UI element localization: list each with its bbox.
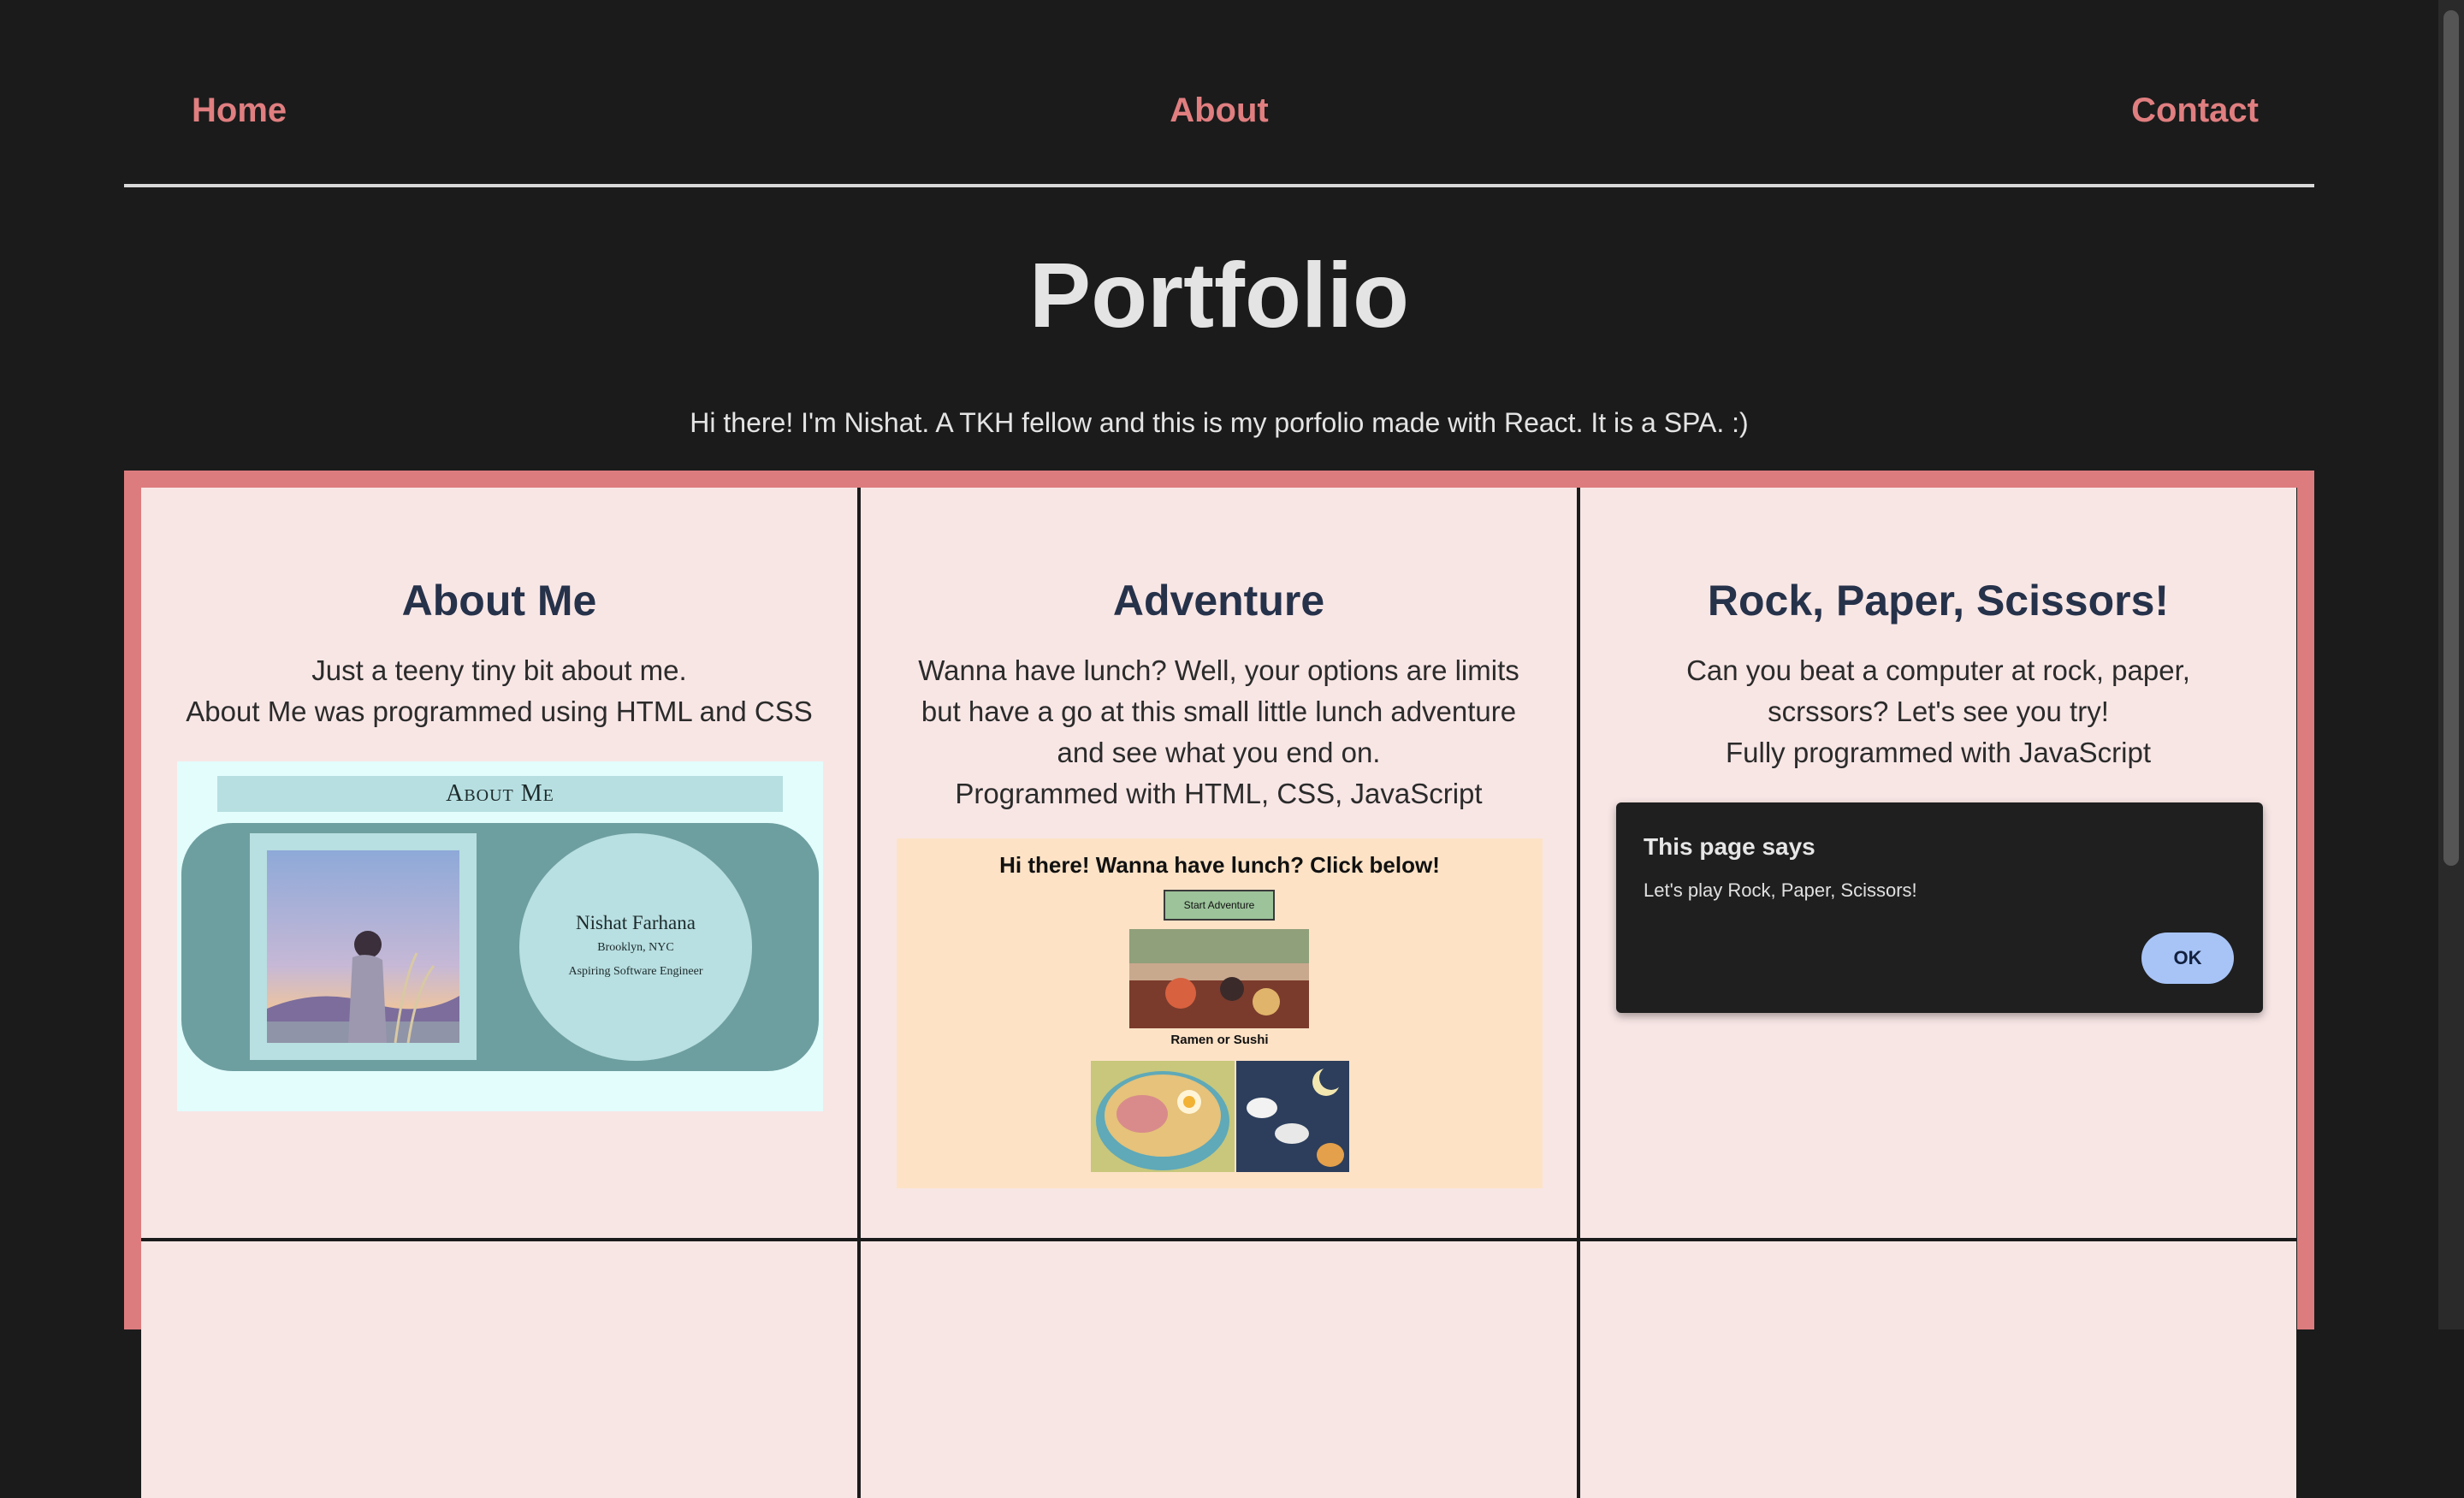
nav-contact-link[interactable]: Contact bbox=[2131, 88, 2259, 133]
about-me-preview-image[interactable]: About Me Nishat Farhana Brooklyn, NYC As… bbox=[177, 761, 823, 1111]
page-scrollbar[interactable] bbox=[2438, 0, 2464, 1329]
preview-name: Nishat Farhana bbox=[576, 912, 696, 933]
dialog-message: Let's play Rock, Paper, Scissors! bbox=[1644, 879, 1917, 901]
card-description: Just a teeny tiny bit about me. About Me… bbox=[175, 650, 823, 732]
preview-name-circle: Nishat Farhana Brooklyn, NYC Aspiring So… bbox=[519, 833, 752, 1061]
preview-heading: Hi there! Wanna have lunch? Click below! bbox=[999, 852, 1440, 878]
preview-caption: Ramen or Sushi bbox=[1170, 1033, 1269, 1047]
portfolio-grid: About Me Just a teeny tiny bit about me.… bbox=[141, 488, 2297, 1498]
card-desc-line: Wanna have lunch? Well, your options are… bbox=[918, 654, 1519, 686]
project-card-about-me[interactable]: About Me Just a teeny tiny bit about me.… bbox=[141, 488, 857, 1238]
project-card-partial[interactable] bbox=[1580, 1241, 2296, 1498]
card-desc-line: and see what you end on. bbox=[1057, 737, 1381, 768]
project-card-partial[interactable] bbox=[141, 1241, 857, 1498]
card-desc-line: but have a go at this small little lunch… bbox=[921, 696, 1517, 727]
preview-role: Aspiring Software Engineer bbox=[568, 965, 703, 978]
preview-panel: Nishat Farhana Brooklyn, NYC Aspiring So… bbox=[181, 823, 819, 1071]
card-description: Can you beat a computer at rock, paper, … bbox=[1614, 650, 2262, 773]
card-title: Adventure bbox=[1112, 577, 1325, 625]
dialog-ok-button[interactable]: OK bbox=[2141, 933, 2234, 984]
illustration-girl-sunset bbox=[267, 850, 459, 1043]
preview-photo-frame bbox=[250, 833, 477, 1060]
portfolio-grid-frame: About Me Just a teeny tiny bit about me.… bbox=[124, 471, 2314, 1498]
sushi-night-illustration bbox=[1236, 1061, 1349, 1172]
card-desc-line: Programmed with HTML, CSS, JavaScript bbox=[955, 778, 1483, 809]
project-card-rock-paper-scissors[interactable]: Rock, Paper, Scissors! Can you beat a co… bbox=[1580, 488, 2296, 1238]
adventure-preview-image[interactable]: Hi there! Wanna have lunch? Click below!… bbox=[897, 838, 1543, 1188]
food-table-illustration bbox=[1129, 929, 1309, 1028]
project-card-partial[interactable] bbox=[861, 1241, 1577, 1498]
card-desc-line: Can you beat a computer at rock, paper, bbox=[1686, 654, 2190, 686]
card-title: Rock, Paper, Scissors! bbox=[1707, 577, 2170, 625]
top-nav: Home About Contact bbox=[124, 0, 2314, 187]
card-desc-line: Fully programmed with JavaScript bbox=[1726, 737, 2151, 768]
alert-dialog-preview[interactable]: This page says Let's play Rock, Paper, S… bbox=[1616, 802, 2263, 1013]
nav-about-link[interactable]: About bbox=[124, 88, 2314, 133]
preview-banner: About Me bbox=[217, 776, 783, 812]
ramen-bowl-illustration bbox=[1091, 1061, 1235, 1172]
page-intro: Hi there! I'm Nishat. A TKH fellow and t… bbox=[690, 407, 1749, 438]
preview-location: Brooklyn, NYC bbox=[597, 941, 674, 954]
start-adventure-button: Start Adventure bbox=[1164, 890, 1275, 921]
card-desc-line: scrssors? Let's see you try! bbox=[1768, 696, 2109, 727]
card-title: About Me bbox=[401, 577, 597, 625]
scrollbar-thumb[interactable] bbox=[2443, 10, 2459, 866]
project-card-adventure[interactable]: Adventure Wanna have lunch? Well, your o… bbox=[861, 488, 1577, 1238]
dialog-title: This page says bbox=[1644, 833, 1815, 860]
nav-divider bbox=[124, 184, 2314, 187]
card-desc-line: Just a teeny tiny bit about me. bbox=[311, 654, 687, 686]
card-desc-line: About Me was programmed using HTML and C… bbox=[186, 696, 813, 727]
page-title: Portfolio bbox=[1029, 243, 1409, 346]
card-description: Wanna have lunch? Well, your options are… bbox=[895, 650, 1543, 814]
